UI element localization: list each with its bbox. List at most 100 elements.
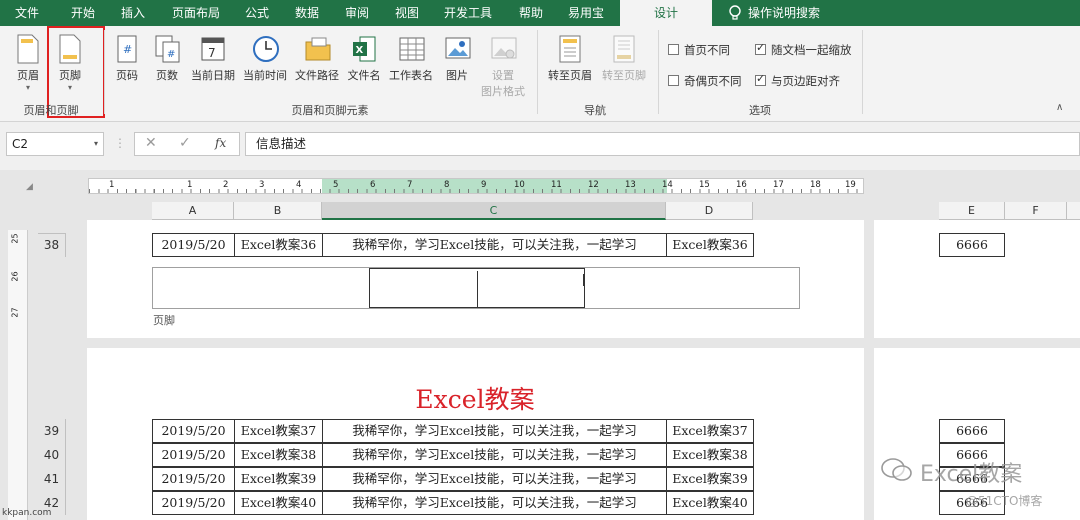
- column-header-b[interactable]: B: [234, 202, 322, 220]
- goto-footer-icon: [611, 34, 637, 64]
- row-header-41[interactable]: 41: [38, 467, 66, 491]
- format-picture-icon: [490, 34, 517, 64]
- goto-header-icon: [557, 34, 583, 64]
- tab-formulas[interactable]: 公式: [234, 0, 280, 26]
- picture-button[interactable]: 图片: [440, 34, 474, 83]
- cell-date[interactable]: 2019/5/20: [152, 443, 235, 467]
- ribbon-tab-bar: 文件 开始 插入 页面布局 公式 数据 审阅 视图 开发工具 帮助 易用宝 设计…: [0, 0, 1080, 26]
- formula-bar: C2 ▾ ⋮ ✕ ✓ fx 信息描述: [0, 122, 1080, 170]
- footer-label: 页脚: [153, 314, 175, 327]
- cancel-icon[interactable]: ✕: [145, 135, 157, 151]
- vertical-ruler: 25 26 27: [8, 230, 28, 520]
- cell-title-d[interactable]: Excel教案38: [666, 443, 754, 467]
- cell-date[interactable]: 2019/5/20: [152, 233, 235, 257]
- cell-title[interactable]: Excel教案37: [234, 419, 323, 443]
- svg-text:#: #: [123, 43, 132, 56]
- cell-value[interactable]: 6666: [939, 419, 1005, 443]
- goto-header-button[interactable]: 转至页眉: [544, 34, 596, 83]
- current-time-button[interactable]: 当前时间: [240, 34, 290, 83]
- page-number-button[interactable]: # 页码: [110, 34, 144, 83]
- cell-date[interactable]: 2019/5/20: [152, 491, 235, 515]
- page-title: Excel教案: [415, 385, 535, 414]
- clock-icon: [252, 34, 279, 64]
- tab-insert[interactable]: 插入: [110, 0, 156, 26]
- folder-icon: [304, 34, 331, 64]
- current-date-button[interactable]: 7 当前日期: [188, 34, 238, 83]
- cell-description[interactable]: 我稀罕你，学习Excel技能，可以关注我，一起学习: [322, 467, 667, 491]
- select-all-icon[interactable]: ◢: [26, 182, 33, 192]
- tab-help[interactable]: 帮助: [508, 0, 554, 26]
- row-header-40[interactable]: 40: [38, 443, 66, 467]
- wechat-icon: [880, 456, 914, 484]
- tab-home[interactable]: 开始: [60, 0, 106, 26]
- cell-value[interactable]: 6666: [939, 233, 1005, 257]
- row-header-38[interactable]: 38: [38, 233, 66, 257]
- calendar-icon: 7: [200, 34, 226, 64]
- cell-date[interactable]: 2019/5/20: [152, 419, 235, 443]
- excel-file-icon: X: [351, 34, 377, 64]
- sheet-grid-icon: [398, 34, 425, 64]
- page-count-icon: #: [154, 34, 180, 64]
- site-mark: kkpan.com: [2, 508, 52, 518]
- cell-description[interactable]: 我稀罕你，学习Excel技能，可以关注我，一起学习: [322, 491, 667, 515]
- watermark-sub: @51CTO博客: [966, 494, 1043, 508]
- group-label-options: 选项: [749, 104, 771, 117]
- collapse-ribbon-icon[interactable]: ∧: [1056, 102, 1063, 113]
- tab-design[interactable]: 设计: [620, 0, 712, 26]
- tab-review[interactable]: 审阅: [334, 0, 380, 26]
- tab-page-layout[interactable]: 页面布局: [164, 0, 228, 26]
- group-label-navigation: 导航: [584, 104, 606, 117]
- header-button[interactable]: 页眉 ▾: [10, 34, 46, 92]
- cell-description[interactable]: 我稀罕你，学习Excel技能，可以关注我，一起学习: [322, 443, 667, 467]
- group-label-elements: 页眉和页脚元素: [291, 104, 369, 117]
- cell-title[interactable]: Excel教案36: [234, 233, 323, 257]
- tab-file[interactable]: 文件: [4, 0, 50, 26]
- scale-with-doc-checkbox[interactable]: 随文档一起缩放: [755, 41, 852, 58]
- tab-easyuse[interactable]: 易用宝: [560, 0, 612, 26]
- tell-me-search[interactable]: 操作说明搜索: [748, 0, 848, 26]
- align-margins-checkbox[interactable]: 与页边距对齐: [755, 72, 840, 89]
- column-header-c[interactable]: C: [322, 202, 666, 220]
- file-name-button[interactable]: X 文件名: [344, 34, 384, 83]
- cell-title-d[interactable]: Excel教案37: [666, 419, 754, 443]
- name-box[interactable]: C2 ▾: [6, 132, 104, 156]
- header-icon: [15, 34, 41, 64]
- group-label-header-footer: 页眉和页脚: [23, 104, 79, 117]
- format-picture-button[interactable]: 设置 图片格式: [478, 34, 528, 99]
- cell-title-d[interactable]: Excel教案39: [666, 467, 754, 491]
- lightbulb-icon: [728, 5, 742, 21]
- formula-input[interactable]: 信息描述: [245, 132, 1080, 156]
- formula-bar-grip: ⋮: [114, 136, 126, 150]
- watermark-text: Excel教案: [920, 462, 1023, 487]
- column-header-a[interactable]: A: [152, 202, 234, 220]
- sheet-name-button[interactable]: 工作表名: [386, 34, 436, 83]
- row-header-39[interactable]: 39: [38, 419, 66, 443]
- goto-footer-button[interactable]: 转至页脚: [598, 34, 650, 83]
- tab-view[interactable]: 视图: [384, 0, 430, 26]
- svg-text:X: X: [356, 45, 364, 56]
- odd-even-checkbox[interactable]: 奇偶页不同: [668, 73, 742, 89]
- file-path-button[interactable]: 文件路径: [292, 34, 342, 83]
- footer-area[interactable]: [152, 267, 800, 309]
- column-header-d[interactable]: D: [666, 202, 753, 220]
- column-header-f[interactable]: F: [1005, 202, 1067, 220]
- insert-function-icon[interactable]: fx: [215, 136, 226, 150]
- tab-data[interactable]: 数据: [284, 0, 330, 26]
- cell-description[interactable]: 我稀罕你，学习Excel技能，可以关注我，一起学习: [322, 419, 667, 443]
- tab-developer[interactable]: 开发工具: [436, 0, 500, 26]
- cell-description[interactable]: 我稀罕你，学习Excel技能，可以关注我，一起学习: [322, 233, 667, 257]
- cell-date[interactable]: 2019/5/20: [152, 467, 235, 491]
- picture-icon: [444, 34, 471, 64]
- column-header-e[interactable]: E: [939, 202, 1005, 220]
- first-page-checkbox[interactable]: 首页不同: [668, 42, 730, 58]
- cell-title[interactable]: Excel教案40: [234, 491, 323, 515]
- text-cursor: [477, 271, 478, 307]
- cell-title-d[interactable]: Excel教案40: [666, 491, 754, 515]
- cell-title[interactable]: Excel教案39: [234, 467, 323, 491]
- cell-title-d[interactable]: Excel教案36: [666, 233, 754, 257]
- page-count-button[interactable]: # 页数: [150, 34, 184, 83]
- footer-center-section[interactable]: [369, 268, 585, 308]
- formula-buttons: ✕ ✓ fx: [134, 132, 240, 156]
- cell-title[interactable]: Excel教案38: [234, 443, 323, 467]
- enter-icon[interactable]: ✓: [179, 135, 191, 151]
